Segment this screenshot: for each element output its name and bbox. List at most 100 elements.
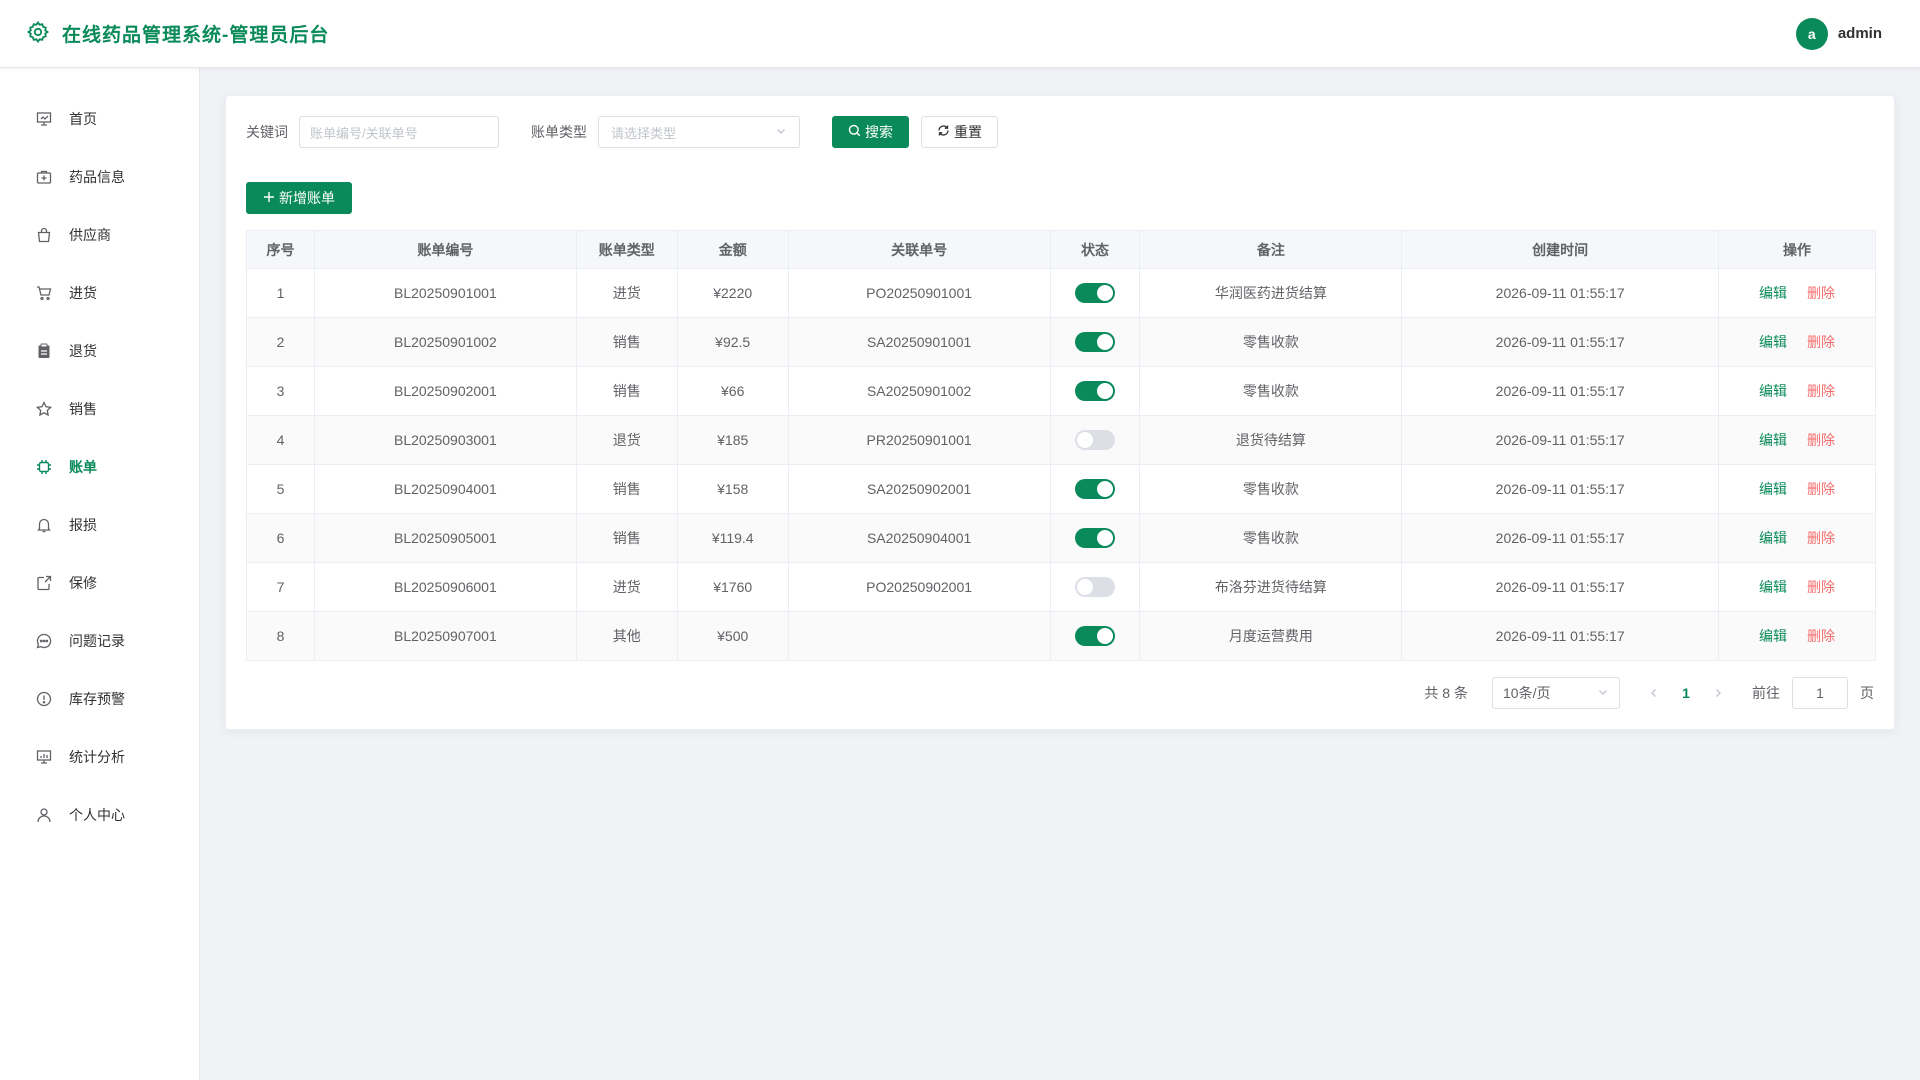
delete-link[interactable]: 删除 <box>1807 579 1835 595</box>
cell-ref: SA20250901001 <box>787 317 1051 367</box>
sidebar-item-return[interactable]: 退货 <box>0 322 199 380</box>
sidebar-item-home[interactable]: 首页 <box>0 90 199 148</box>
delete-link[interactable]: 删除 <box>1807 383 1835 399</box>
search-icon <box>848 124 861 140</box>
type-select[interactable]: 请选择类型 <box>598 116 800 148</box>
edit-link[interactable]: 编辑 <box>1759 628 1787 644</box>
edit-link[interactable]: 编辑 <box>1759 432 1787 448</box>
gear-icon <box>26 20 50 47</box>
cell-code: BL20250907001 <box>313 611 577 661</box>
status-toggle[interactable] <box>1075 430 1115 450</box>
cell-code: BL20250905001 <box>313 513 577 563</box>
cell-no: 8 <box>246 611 315 661</box>
bill-panel: 关键词 账单编号/关联单号 账单类型 请选择类型 搜索 重置 新增账单 序号 账… <box>225 95 1895 730</box>
cell-no: 3 <box>246 366 315 416</box>
goto-page-input[interactable]: 1 <box>1792 677 1848 709</box>
edit-link[interactable]: 编辑 <box>1759 285 1787 301</box>
cell-type: 销售 <box>575 513 678 563</box>
sidebar-item-label: 问题记录 <box>69 633 125 649</box>
sidebar-item-damage[interactable]: 报损 <box>0 496 199 554</box>
keyword-input[interactable]: 账单编号/关联单号 <box>299 116 499 148</box>
sidebar-item-supplier[interactable]: 供应商 <box>0 206 199 264</box>
status-toggle[interactable] <box>1075 479 1115 499</box>
cell-amount: ¥66 <box>676 366 789 416</box>
edit-link[interactable]: 编辑 <box>1759 530 1787 546</box>
chevron-down-icon <box>1597 685 1609 701</box>
reset-button[interactable]: 重置 <box>921 116 998 148</box>
username[interactable]: admin <box>1838 25 1882 42</box>
cell-amount: ¥92.5 <box>676 317 789 367</box>
status-toggle[interactable] <box>1075 528 1115 548</box>
page-number-current[interactable]: 1 <box>1676 685 1696 701</box>
sidebar-item-label: 库存预警 <box>69 691 125 707</box>
status-toggle[interactable] <box>1075 381 1115 401</box>
sidebar-item-statistics[interactable]: 统计分析 <box>0 728 199 786</box>
delete-link[interactable]: 删除 <box>1807 334 1835 350</box>
sidebar-item-profile[interactable]: 个人中心 <box>0 786 199 844</box>
edit-link[interactable]: 编辑 <box>1759 334 1787 350</box>
add-bill-button-label: 新增账单 <box>279 190 335 206</box>
status-toggle[interactable] <box>1075 283 1115 303</box>
status-toggle[interactable] <box>1075 332 1115 352</box>
cell-time: 2026-09-11 01:55:17 <box>1401 415 1720 465</box>
type-label: 账单类型 <box>531 124 587 140</box>
delete-link[interactable]: 删除 <box>1807 628 1835 644</box>
cell-ref <box>787 611 1051 661</box>
status-toggle[interactable] <box>1075 626 1115 646</box>
sidebar-item-purchase[interactable]: 进货 <box>0 264 199 322</box>
sidebar-item-label: 保修 <box>69 575 97 591</box>
cart-icon <box>35 284 53 302</box>
cell-ref: SA20250902001 <box>787 464 1051 514</box>
table-row: 8 BL20250907001 其他 ¥500 月度运营费用 2026-09-1… <box>246 611 1876 661</box>
add-bill-button[interactable]: 新增账单 <box>246 182 352 214</box>
cell-note: 零售收款 <box>1139 366 1403 416</box>
sidebar-item-medicine[interactable]: 药品信息 <box>0 148 199 206</box>
sidebar-item-label: 进货 <box>69 285 97 301</box>
cell-note: 零售收款 <box>1139 513 1403 563</box>
cell-time: 2026-09-11 01:55:17 <box>1401 513 1720 563</box>
search-button[interactable]: 搜索 <box>832 116 909 148</box>
cell-actions: 编辑 删除 <box>1718 366 1876 416</box>
keyword-placeholder: 账单编号/关联单号 <box>310 125 418 141</box>
sidebar-item-sales[interactable]: 销售 <box>0 380 199 438</box>
delete-link[interactable]: 删除 <box>1807 285 1835 301</box>
column-header: 操作 <box>1718 230 1876 269</box>
sidebar-item-issues[interactable]: 问题记录 <box>0 612 199 670</box>
next-page-button[interactable] <box>1708 685 1728 701</box>
delete-link[interactable]: 删除 <box>1807 530 1835 546</box>
sidebar-item-label: 药品信息 <box>69 169 125 185</box>
sidebar-item-stock-alert[interactable]: 库存预警 <box>0 670 199 728</box>
edit-link[interactable]: 编辑 <box>1759 579 1787 595</box>
cell-time: 2026-09-11 01:55:17 <box>1401 268 1720 318</box>
sidebar-item-label: 报损 <box>69 517 97 533</box>
table-row: 5 BL20250904001 销售 ¥158 SA20250902001 零售… <box>246 464 1876 514</box>
cell-code: BL20250906001 <box>313 562 577 612</box>
delete-link[interactable]: 删除 <box>1807 481 1835 497</box>
toggle-knob <box>1097 628 1113 644</box>
prev-page-button[interactable] <box>1644 685 1664 701</box>
status-toggle[interactable] <box>1075 577 1115 597</box>
edit-link[interactable]: 编辑 <box>1759 481 1787 497</box>
cell-no: 7 <box>246 562 315 612</box>
user-menu[interactable]: a admin <box>1795 17 1882 50</box>
filter-bar: 关键词 账单编号/关联单号 账单类型 请选择类型 搜索 重置 <box>246 116 998 148</box>
sidebar-item-bill[interactable]: 账单 <box>0 438 199 496</box>
toggle-knob <box>1097 285 1113 301</box>
edit-link[interactable]: 编辑 <box>1759 383 1787 399</box>
bell-icon <box>35 516 53 534</box>
cell-actions: 编辑 删除 <box>1718 464 1876 514</box>
clipboard-icon <box>35 342 53 360</box>
page-size-select[interactable]: 10条/页 <box>1492 677 1620 709</box>
toggle-knob <box>1077 579 1093 595</box>
sidebar-item-label: 首页 <box>69 111 97 127</box>
total-count: 共 8 条 <box>1424 685 1468 701</box>
cell-actions: 编辑 删除 <box>1718 513 1876 563</box>
sidebar-item-label: 销售 <box>69 401 97 417</box>
delete-link[interactable]: 删除 <box>1807 432 1835 448</box>
cell-status <box>1049 513 1141 563</box>
avatar[interactable]: a <box>1795 17 1828 50</box>
cell-note: 零售收款 <box>1139 464 1403 514</box>
sidebar-item-warranty[interactable]: 保修 <box>0 554 199 612</box>
cell-type: 其他 <box>575 611 678 661</box>
table-row: 1 BL20250901001 进货 ¥2220 PO20250901001 华… <box>246 268 1876 318</box>
